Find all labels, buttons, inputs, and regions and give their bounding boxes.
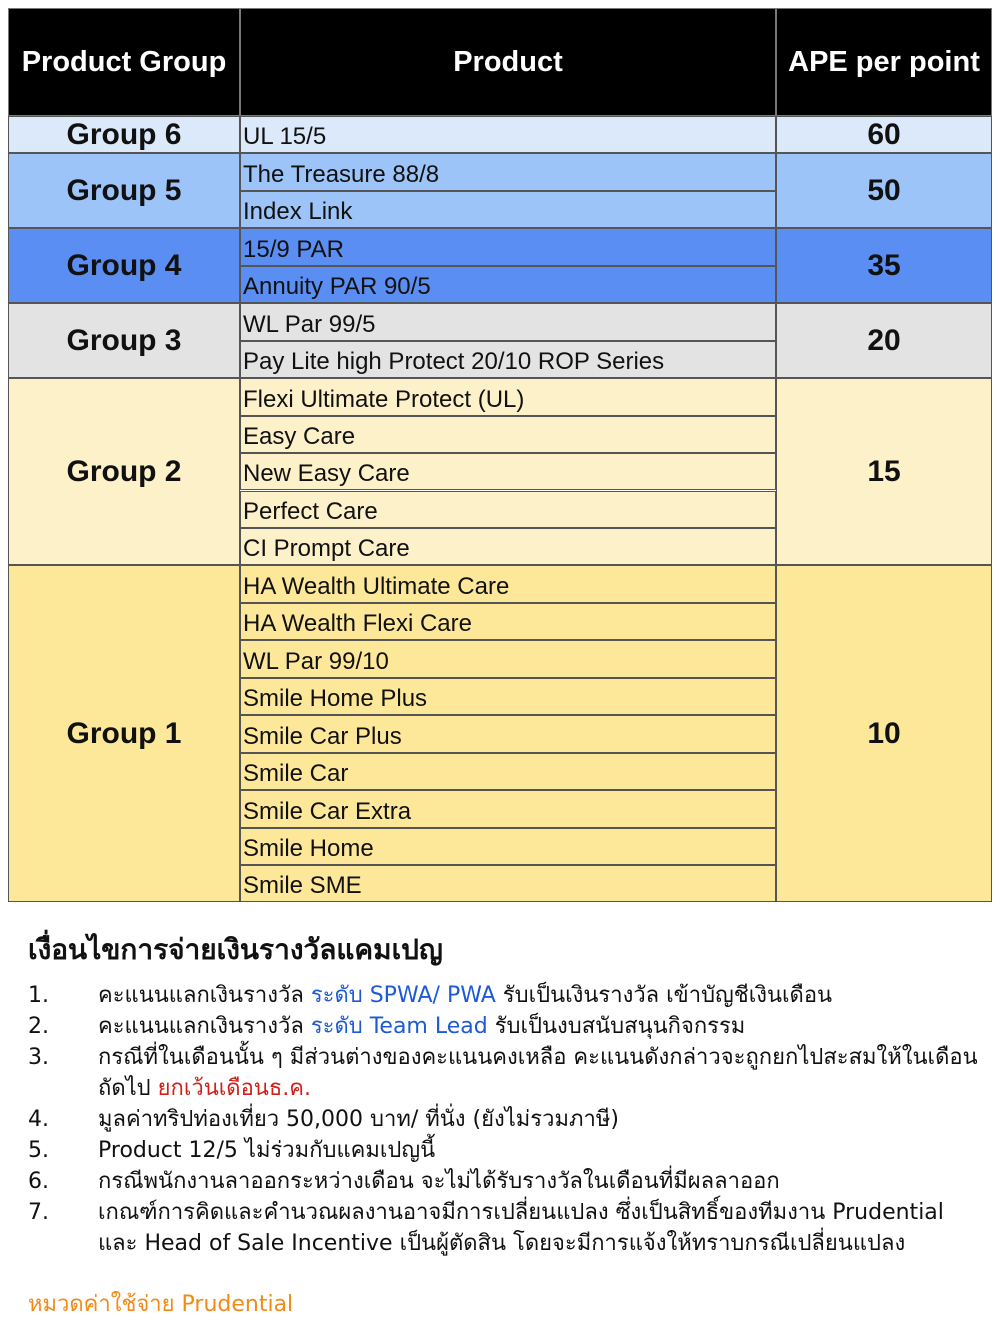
product-cell: Flexi Ultimate Protect (UL): [240, 378, 776, 416]
product-cell: Easy Care: [240, 415, 776, 454]
condition-text: คะแนนแลกเงินรางวัล ระดับ SPWA/ PWA รับเป…: [98, 980, 978, 1011]
condition-number: 6.: [28, 1169, 49, 1194]
condition-number: 5.: [28, 1138, 49, 1163]
ape-value-cell: 35: [776, 228, 992, 304]
conditions-title: เงื่อนไขการจ่ายเงินรางวัลแคมเปญ: [28, 933, 443, 966]
condition-number: 1.: [28, 983, 49, 1008]
condition-text: Product 12/5 ไม่ร่วมกับแคมเปญนี้: [98, 1135, 978, 1166]
product-cell: WL Par 99/10: [240, 640, 776, 678]
product-cell: Smile Car Plus: [240, 715, 776, 753]
condition-number: 3.: [28, 1045, 49, 1070]
condition-text: กรณีที่ในเดือนนั้น ๆ มีส่วนต่างของคะแนนค…: [98, 1042, 978, 1104]
product-cell: CI Prompt Care: [240, 527, 776, 566]
product-cell: Smile SME: [240, 865, 776, 903]
expense-category-note: หมวดค่าใช้จ่าย Prudential: [28, 1292, 294, 1317]
ape-value-cell: 15: [776, 378, 992, 566]
condition-text-main: เกณฑ์การคิดและคำนวณผลงานอาจมีการเปลี่ยนแ…: [98, 1200, 944, 1256]
condition-text-tail: รับเป็นเงินรางวัล เข้าบัญชีเงินเดือน: [495, 983, 833, 1008]
condition-text-main: Product 12/5 ไม่ร่วมกับแคมเปญนี้: [98, 1138, 436, 1163]
product-group-cell: Group 3: [8, 303, 240, 379]
product-group-cell: Group 1: [8, 565, 240, 903]
condition-item: 6. กรณีพนักงานลาออกระหว่างเดือน จะไม่ได้ร…: [28, 1166, 978, 1197]
ape-value-cell: 60: [776, 116, 992, 154]
condition-item: 7. เกณฑ์การคิดและคำนวณผลงานอาจมีการเปลี่ย…: [28, 1197, 978, 1259]
product-cell: UL 15/5: [240, 116, 776, 154]
product-cell: New Easy Care: [240, 453, 776, 491]
condition-text: เกณฑ์การคิดและคำนวณผลงานอาจมีการเปลี่ยนแ…: [98, 1197, 978, 1259]
condition-number: 2.: [28, 1014, 49, 1039]
condition-text: กรณีพนักงานลาออกระหว่างเดือน จะไม่ได้รับ…: [98, 1166, 978, 1197]
product-group-cell: Group 5: [8, 153, 240, 229]
product-cell: 15/9 PAR: [240, 228, 776, 266]
product-cell: Smile Home: [240, 827, 776, 865]
ape-value-cell: 20: [776, 303, 992, 379]
condition-item: 4. มูลค่าทริปท่องเที่ยว 50,000 บาท/ ที่นั…: [28, 1104, 978, 1135]
condition-text: คะแนนแลกเงินรางวัล ระดับ Team Lead รับเป…: [98, 1011, 978, 1042]
condition-level-highlight: ระดับ Team Lead: [310, 1014, 488, 1039]
condition-level-highlight: ระดับ SPWA/ PWA: [310, 983, 496, 1008]
condition-number: 7.: [28, 1200, 49, 1225]
condition-item: 5. Product 12/5 ไม่ร่วมกับแคมเปญนี้: [28, 1135, 978, 1166]
product-cell: HA Wealth Flexi Care: [240, 602, 776, 641]
condition-text-main: คะแนนแลกเงินรางวัล: [98, 1014, 311, 1039]
product-cell: HA Wealth Ultimate Care: [240, 565, 776, 603]
campaign-conditions: เงื่อนไขการจ่ายเงินรางวัลแคมเปญ 1. คะแนนแ…: [28, 928, 978, 1259]
condition-text: มูลค่าทริปท่องเที่ยว 50,000 บาท/ ที่นั่ง…: [98, 1104, 978, 1135]
ape-value-cell: 10: [776, 565, 992, 903]
condition-number: 4.: [28, 1107, 49, 1132]
condition-item: 1. คะแนนแลกเงินรางวัล ระดับ SPWA/ PWA รับ…: [28, 980, 978, 1011]
ape-points-table: Product Group Product APE per point Grou…: [8, 8, 992, 904]
product-cell: Annuity PAR 90/5: [240, 265, 776, 304]
condition-item: 2. คะแนนแลกเงินรางวัล ระดับ Team Lead รับ…: [28, 1011, 978, 1042]
ape-value-cell: 50: [776, 153, 992, 229]
header-ape-per-point: APE per point: [776, 8, 992, 116]
product-cell: Smile Home Plus: [240, 677, 776, 716]
conditions-list: 1. คะแนนแลกเงินรางวัล ระดับ SPWA/ PWA รับ…: [28, 980, 978, 1259]
product-cell: Smile Car: [240, 752, 776, 791]
product-group-cell: Group 6: [8, 116, 240, 154]
condition-text-tail: รับเป็นงบสนับสนุนกิจกรรม: [487, 1014, 746, 1039]
product-group-cell: Group 2: [8, 378, 240, 566]
product-cell: Perfect Care: [240, 490, 776, 528]
product-cell: Pay Lite high Protect 20/10 ROP Series: [240, 340, 776, 379]
condition-text-main: คะแนนแลกเงินรางวัล: [98, 983, 311, 1008]
header-product: Product: [240, 8, 776, 116]
product-cell: WL Par 99/5: [240, 303, 776, 341]
product-cell: Smile Car Extra: [240, 790, 776, 828]
condition-text-main: กรณีพนักงานลาออกระหว่างเดือน จะไม่ได้รับ…: [98, 1169, 780, 1194]
condition-exception-warning: ยกเว้นเดือนธ.ค.: [157, 1076, 311, 1101]
product-group-cell: Group 4: [8, 228, 240, 304]
condition-text-main: มูลค่าทริปท่องเที่ยว 50,000 บาท/ ที่นั่ง…: [98, 1107, 619, 1132]
product-cell: Index Link: [240, 190, 776, 229]
condition-item: 3. กรณีที่ในเดือนนั้น ๆ มีส่วนต่างของคะแน…: [28, 1042, 978, 1104]
product-cell: The Treasure 88/8: [240, 153, 776, 191]
header-product-group: Product Group: [8, 8, 240, 116]
